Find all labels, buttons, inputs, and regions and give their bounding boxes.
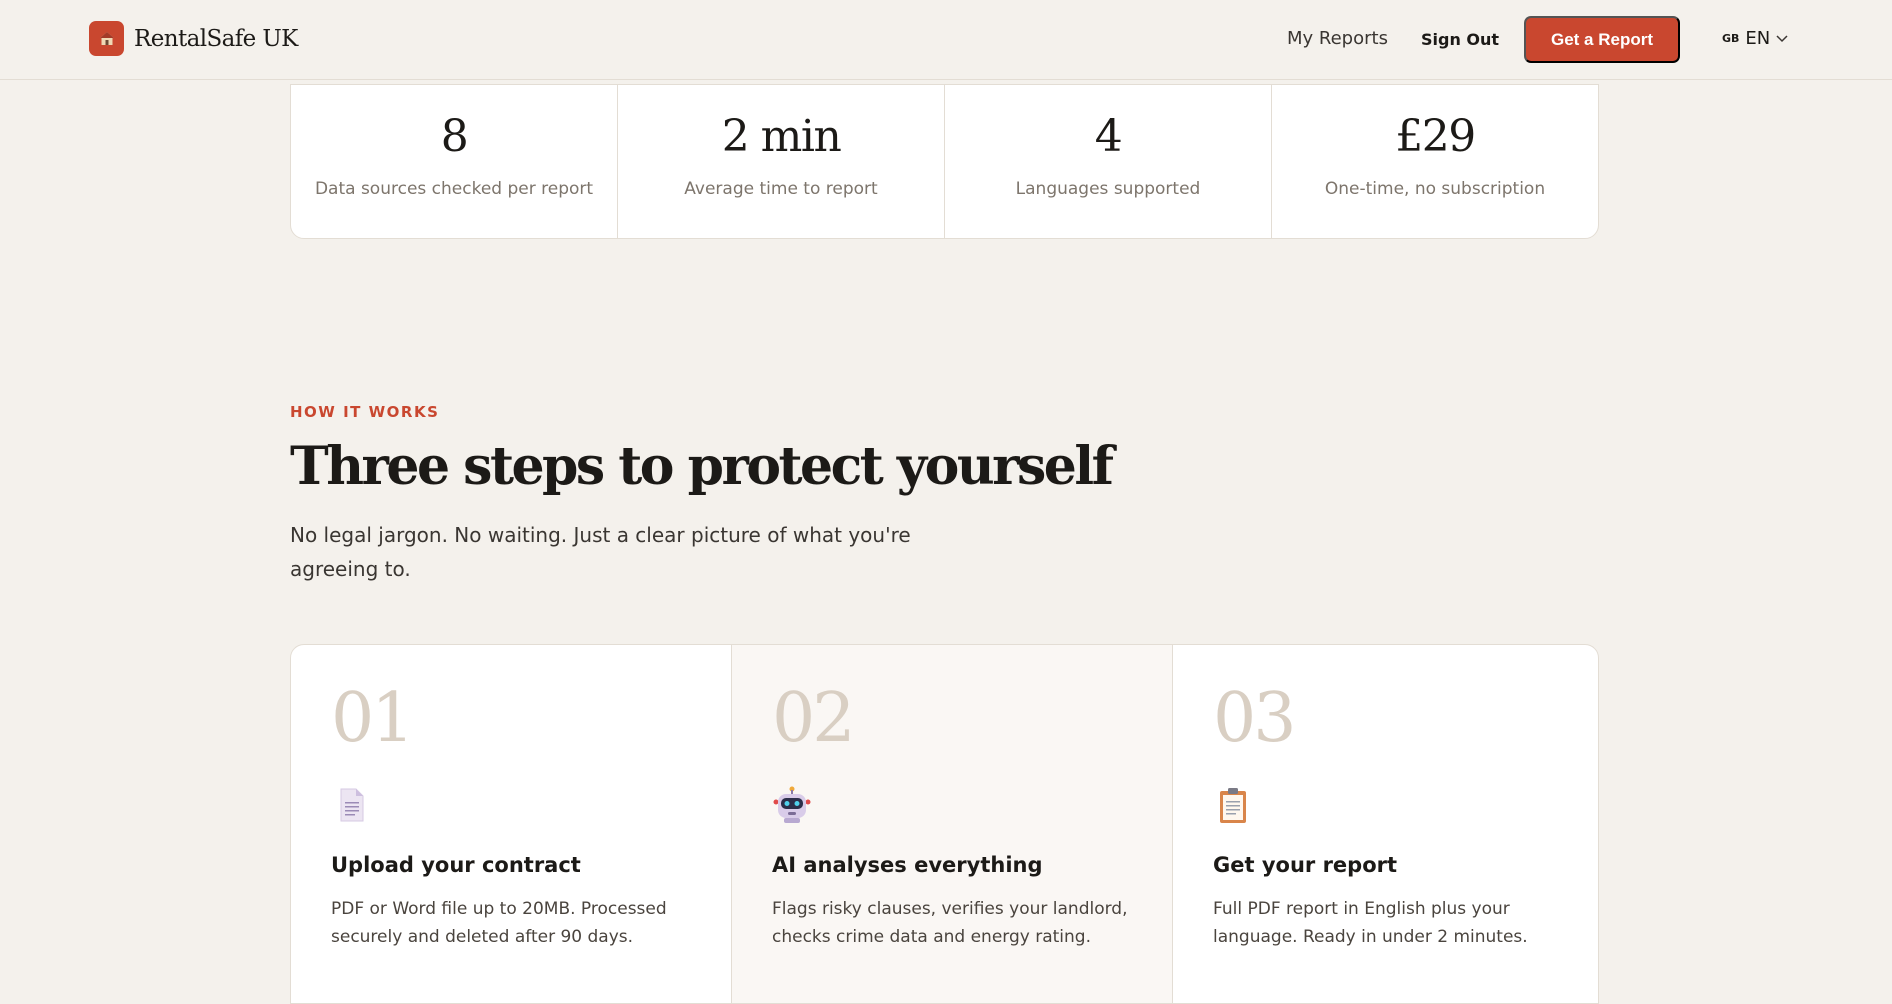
clipboard-icon xyxy=(1213,785,1253,825)
step-card: 01 Upload your contract PDF or Word file… xyxy=(291,645,732,1003)
stat-value: £29 xyxy=(1395,111,1476,162)
my-reports-link[interactable]: My Reports xyxy=(1287,28,1388,49)
house-icon xyxy=(89,21,124,56)
site-header: RentalSafe UK My Reports Sign Out Get a … xyxy=(0,0,1892,80)
step-number: 02 xyxy=(772,679,856,758)
section-eyebrow: HOW IT WORKS xyxy=(290,403,440,421)
brand-name: RentalSafe UK xyxy=(134,25,298,52)
section-subhead: No legal jargon. No waiting. Just a clea… xyxy=(290,523,911,581)
steps-panel: 01 Upload your contract PDF or Word file… xyxy=(290,644,1599,1004)
sign-out-link[interactable]: Sign Out xyxy=(1421,30,1499,49)
step-title: Get your report xyxy=(1213,853,1398,877)
robot-icon xyxy=(772,785,812,825)
step-title: Upload your contract xyxy=(331,853,581,877)
step-number: 01 xyxy=(331,679,415,758)
stat-label: One-time, no subscription xyxy=(1324,179,1546,199)
step-description: Flags risky clauses, verifies your landl… xyxy=(772,899,1128,947)
stat-label: Data sources checked per report xyxy=(314,179,594,199)
step-card: 02 AI analyses everything Flags risky cl… xyxy=(732,645,1173,1003)
step-title: AI analyses everything xyxy=(772,853,1043,877)
stat-value: 2 min xyxy=(721,111,842,162)
step-number: 03 xyxy=(1213,679,1297,758)
step-description: Full PDF report in English plus your lan… xyxy=(1213,899,1528,947)
stat-value: 8 xyxy=(440,111,469,162)
document-icon xyxy=(331,785,371,825)
stats-panel: 8 Data sources checked per report 2 min … xyxy=(290,84,1599,239)
stat-value: 4 xyxy=(1094,111,1123,162)
step-card: 03 Get your report Full PDF report in En… xyxy=(1173,645,1598,1003)
flag-gb-icon: GB xyxy=(1722,32,1740,45)
stat-item: £29 One-time, no subscription xyxy=(1272,85,1598,238)
get-report-button[interactable]: Get a Report xyxy=(1524,16,1680,63)
stat-item: 4 Languages supported xyxy=(945,85,1272,238)
stat-item: 8 Data sources checked per report xyxy=(291,85,618,238)
chevron-down-icon xyxy=(1776,34,1788,42)
stat-item: 2 min Average time to report xyxy=(618,85,945,238)
stat-label: Average time to report xyxy=(684,179,878,199)
step-description: PDF or Word file up to 20MB. Processed s… xyxy=(331,899,667,947)
stat-label: Languages supported xyxy=(1015,179,1201,199)
section-headline: Three steps to protect yourself xyxy=(290,436,1114,497)
brand[interactable]: RentalSafe UK xyxy=(89,21,298,56)
language-code: EN xyxy=(1745,28,1771,49)
language-selector[interactable]: GB EN xyxy=(1722,28,1788,49)
